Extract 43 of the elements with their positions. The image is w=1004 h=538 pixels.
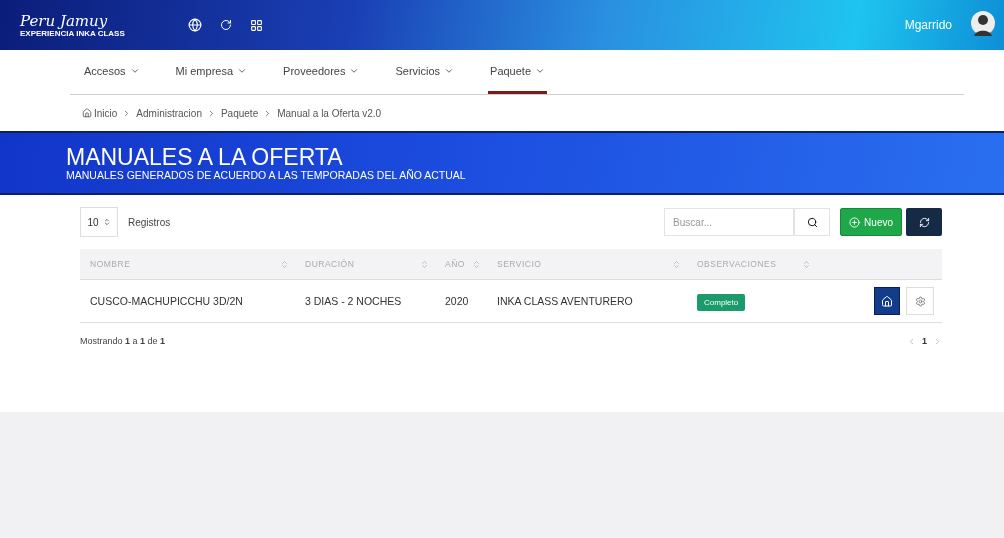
search-field[interactable]: Buscar...	[664, 208, 795, 236]
breadcrumb-link[interactable]: Paquete	[220, 107, 259, 119]
search-icon	[806, 216, 818, 228]
status-badge: Completo	[697, 294, 746, 311]
search-button[interactable]	[794, 208, 831, 236]
logo[interactable]: Peru Jamuy EXPERIENCIA INKA CLASS	[20, 12, 170, 38]
sort-icon[interactable]	[280, 259, 289, 269]
page-subtitle: MANUALES GENERADOS DE ACUERDO A LAS TEMPORADAS DEL AÑO ACTUAL	[66, 169, 467, 181]
breadcrumb-link[interactable]: Inicio	[82, 107, 118, 119]
sort-icon[interactable]	[802, 259, 811, 269]
breadcrumb-link[interactable]: Administracion	[136, 107, 202, 119]
grid-icon[interactable]	[250, 18, 263, 32]
nav-tab[interactable]: Paquete	[488, 50, 548, 94]
nav-tab[interactable]: Mi empresa	[173, 50, 250, 94]
page-size-select[interactable]: 10	[80, 207, 118, 237]
plus-icon	[849, 216, 861, 228]
records-info: Mostrando 1 a 1 de 1	[80, 336, 166, 346]
sort-icon[interactable]	[472, 259, 481, 269]
sort-icon[interactable]	[420, 259, 429, 269]
page-number[interactable]: 1	[922, 336, 927, 346]
previous-page-icon[interactable]	[907, 336, 916, 346]
records-label: Registros	[128, 216, 171, 228]
page-title: MANUALES A LA OFERTA	[66, 145, 344, 169]
settings-icon	[914, 295, 926, 307]
updown-icon	[102, 218, 111, 226]
refresh-icon[interactable]	[220, 19, 232, 31]
sort-icon[interactable]	[672, 259, 681, 269]
nav-tab[interactable]: Servicios	[393, 50, 457, 94]
home-icon	[881, 294, 893, 308]
settings-button[interactable]	[906, 287, 934, 315]
home-icon	[82, 108, 92, 118]
table-cell-text: CUSCO-MACHUPICCHU 3D/2N	[89, 295, 244, 307]
nav-tab[interactable]: Accesos	[82, 50, 142, 94]
nav-tab[interactable]: Proveedores	[281, 50, 362, 94]
breadcrumb-link[interactable]: Manual a la Oferta v2.0	[277, 107, 382, 119]
table-cell-text: 2020	[444, 295, 470, 307]
globe-icon[interactable]	[188, 18, 202, 32]
home-button[interactable]	[874, 287, 900, 315]
refresh-icon	[918, 216, 930, 228]
refresh-button[interactable]	[906, 208, 942, 236]
table-cell-text: 3 DIAS - 2 NOCHES	[304, 295, 403, 307]
table-cell-text: INKA CLASS AVENTURERO	[496, 295, 634, 307]
next-page-icon[interactable]	[933, 336, 942, 346]
